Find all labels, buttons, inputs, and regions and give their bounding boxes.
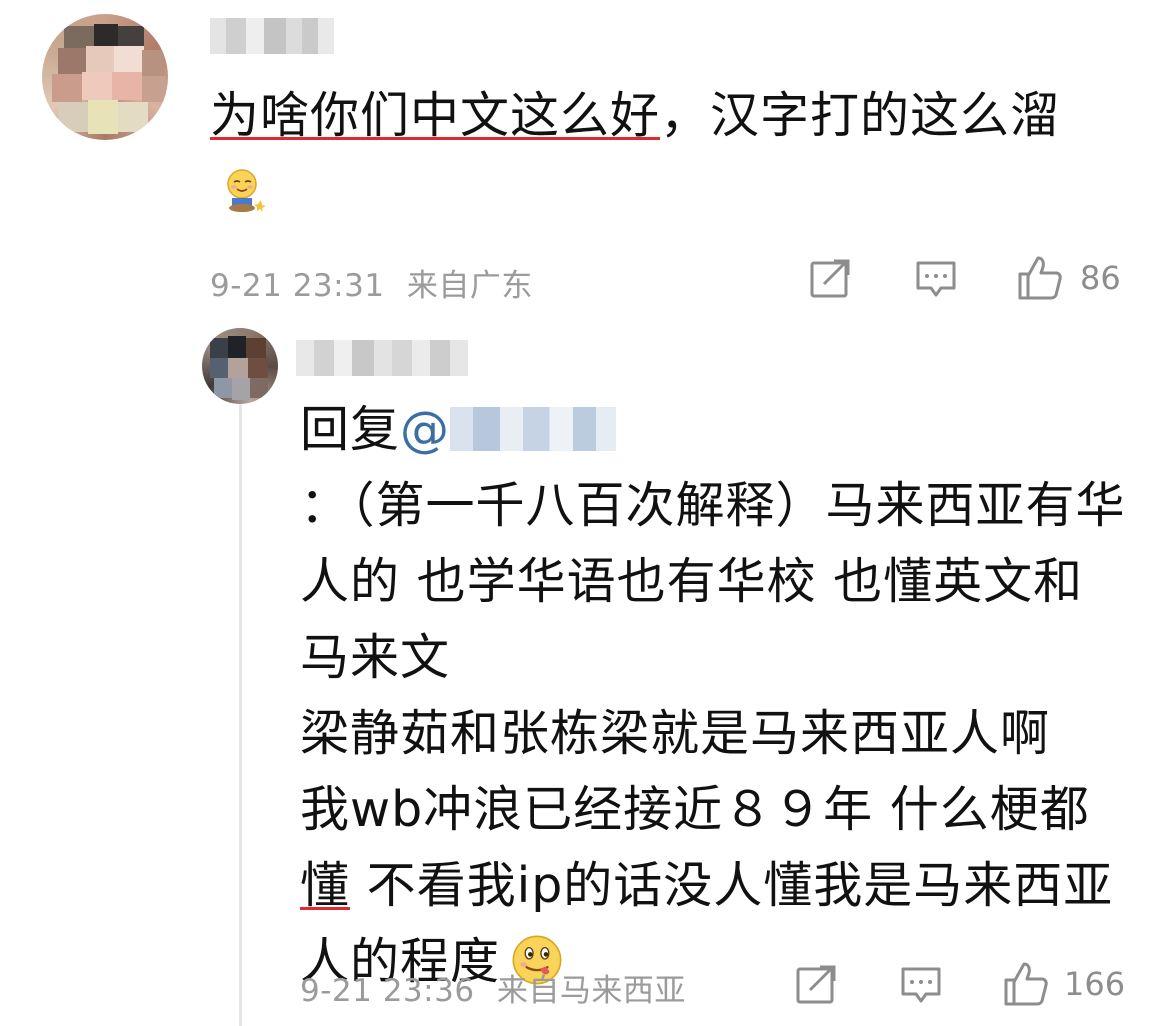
like-count: 166	[1064, 965, 1126, 1003]
like-button[interactable]: 86	[1016, 254, 1121, 302]
comment-button[interactable]	[900, 966, 942, 1006]
share-icon	[810, 259, 850, 298]
like-count: 86	[1080, 259, 1121, 297]
share-icon	[796, 965, 836, 1004]
comment-text-segment: ，汉字打的这么溜	[660, 87, 1061, 144]
comment-meta: 9-21 23:36 来自马来西亚	[300, 965, 686, 1010]
comment-button[interactable]	[915, 260, 957, 300]
underlined-phrase: 为啥你们中文这么好	[210, 87, 661, 144]
mention-username-blurred	[450, 406, 617, 451]
reply-prefix: 回复	[300, 401, 401, 458]
comment-text-segment: ：（第一千八百次解释）	[300, 477, 826, 534]
mention-link[interactable]: @	[400, 401, 617, 458]
username-blurred[interactable]	[296, 340, 468, 376]
location-label: 来自广东	[406, 268, 533, 304]
timestamp: 9-21 23:31	[210, 268, 385, 304]
avatar[interactable]	[42, 14, 168, 140]
location-label: 来自马来西亚	[496, 973, 686, 1009]
like-button[interactable]: 166	[1002, 960, 1125, 1008]
main-comment-text: 为啥你们中文这么好，汉字打的这么溜	[210, 78, 1100, 230]
comment-text-segment: 梁静茹和张栋梁就是马来西亚人啊	[300, 705, 1051, 762]
username-blurred[interactable]	[210, 18, 334, 54]
share-button[interactable]	[796, 964, 838, 1004]
comment-icon	[901, 967, 941, 1003]
thumbs-up-icon	[1018, 256, 1062, 300]
timestamp: 9-21 23:36	[300, 973, 475, 1009]
mention-at-sign: @	[400, 401, 451, 458]
comment-icon	[916, 261, 956, 297]
avatar[interactable]	[202, 328, 278, 404]
thumbs-up-icon	[1004, 962, 1048, 1006]
share-button[interactable]	[810, 258, 852, 298]
shy-emoji-icon	[227, 168, 266, 212]
thread-line	[239, 404, 242, 1026]
comment-meta: 9-21 23:31 来自广东	[210, 260, 533, 305]
reply-comment-text: 回复@：（第一千八百次解释）马来西亚有华人的 也学华语也有华校 也懂英文和马来文…	[300, 392, 1130, 1000]
